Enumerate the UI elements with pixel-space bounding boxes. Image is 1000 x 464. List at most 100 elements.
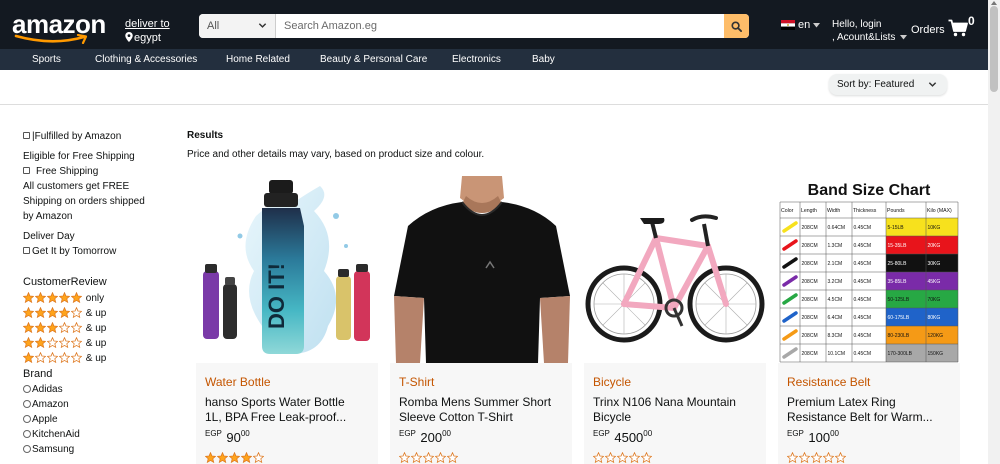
checkbox[interactable] xyxy=(23,132,30,139)
price-currency: EGP xyxy=(399,429,416,438)
bicycle-image[interactable] xyxy=(584,176,766,363)
review-filter-label: & up xyxy=(85,353,107,364)
product-price: EGP 9000 xyxy=(205,429,250,447)
band-chart-cell: 45KG xyxy=(928,279,941,285)
brand-option-samsung[interactable]: Samsung xyxy=(23,444,74,455)
radio-button[interactable] xyxy=(23,430,31,438)
deliver-to-location[interactable]: deliver to egypt xyxy=(125,17,170,45)
band-chart-cell: 5-15LB xyxy=(888,225,905,231)
nav-beauty-personal-care[interactable]: Beauty & Personal Care xyxy=(320,54,427,65)
nav-electronics[interactable]: Electronics xyxy=(452,54,501,65)
band-chart-cell: 170-300LB xyxy=(888,351,913,357)
band-chart-cell: 0.45CM xyxy=(854,279,872,285)
filter-fulfilled-by-amazon[interactable]: |Fulfilled by Amazon xyxy=(23,131,121,142)
band-chart-cell: 0.45CM xyxy=(854,225,872,231)
review-filter-2-stars[interactable]: & up xyxy=(22,336,107,351)
band-chart-cell: 1.3CM xyxy=(828,243,843,249)
band-chart-cell: 2.1CM xyxy=(828,261,843,267)
search-icon xyxy=(731,20,742,32)
page-scrollbar[interactable] xyxy=(988,0,1000,464)
band-chart-cell: 70KG xyxy=(928,297,941,303)
sort-label: Sort by: Featured xyxy=(837,79,915,90)
sort-dropdown[interactable]: Sort by: Featured xyxy=(829,74,947,95)
nav-sports[interactable]: Sports xyxy=(32,54,61,65)
account-lists-menu[interactable]: Hello, login , Acount&Lists xyxy=(832,18,908,44)
cart-count: 0 xyxy=(968,14,975,28)
star-rating-icon xyxy=(22,336,83,351)
bottle-print: DO IT! xyxy=(264,263,289,329)
product-title-line: Sleeve Cotton T-Shirt xyxy=(399,410,513,424)
product-title[interactable]: hanso Sports Water Bottle 1L, BPA Free L… xyxy=(205,395,375,425)
review-filter-3-stars[interactable]: & up xyxy=(22,321,106,336)
orders-link[interactable]: Orders xyxy=(911,24,945,36)
band-size-chart-image[interactable]: Band Size Chart Color Length Width Thicknes… xyxy=(778,176,960,363)
product-title-line: hanso Sports Water Bottle xyxy=(205,395,345,409)
cart-icon[interactable] xyxy=(948,19,968,37)
product-card[interactable]: Bicycle Trinx N106 Nana Mountain Bicycle… xyxy=(584,176,766,464)
nav-home-related[interactable]: Home Related xyxy=(226,54,290,65)
radio-button[interactable] xyxy=(23,415,31,423)
product-price: EGP 20000 xyxy=(399,429,451,447)
product-title-line: 1L, BPA Free Leak-proof... xyxy=(205,410,347,424)
product-title-line: Trinx N106 Nana Mountain xyxy=(593,395,736,409)
checkbox[interactable] xyxy=(23,167,30,174)
star-rating-icon xyxy=(22,321,83,336)
review-filter-label: & up xyxy=(85,338,107,349)
checkbox[interactable] xyxy=(23,247,30,254)
water-bottle-image[interactable]: DO IT! xyxy=(196,176,378,363)
product-title[interactable]: Trinx N106 Nana Mountain Bicycle xyxy=(593,395,763,425)
product-card[interactable]: DO IT! Water Bottle hanso Sports Water B… xyxy=(196,176,378,464)
radio-button[interactable] xyxy=(23,385,31,393)
band-chart-cell: 0.45CM xyxy=(854,315,872,321)
product-category[interactable]: Resistance Belt xyxy=(787,375,870,389)
scroll-up-arrow-icon[interactable] xyxy=(991,0,997,5)
search-category-label: All xyxy=(207,20,220,32)
band-chart-cell: 208CM xyxy=(802,243,818,249)
product-title-line: Premium Latex Ring xyxy=(787,395,896,409)
product-category[interactable]: Water Bottle xyxy=(205,375,271,389)
scrollbar-thumb[interactable] xyxy=(990,6,998,92)
product-card[interactable]: T-Shirt Romba Mens Summer Short Sleeve C… xyxy=(390,176,572,464)
star-rating-icon xyxy=(398,450,459,464)
review-filter-4-stars[interactable]: & up xyxy=(22,306,106,321)
band-chart-cell: 0.45CM xyxy=(854,297,872,303)
brand-option-amazon[interactable]: Amazon xyxy=(23,399,69,410)
results-subheading: Price and other details may vary, based … xyxy=(187,149,485,160)
star-rating-icon xyxy=(786,450,847,464)
filter-free-shipping[interactable]: Free Shipping xyxy=(23,166,98,177)
caret-down-icon xyxy=(900,35,908,40)
search-input[interactable] xyxy=(276,14,723,38)
product-title[interactable]: Romba Mens Summer Short Sleeve Cotton T-… xyxy=(399,395,569,425)
brand-option-kitchenaid[interactable]: KitchenAid xyxy=(23,429,80,440)
product-category[interactable]: T-Shirt xyxy=(399,375,434,389)
band-chart-header: Color xyxy=(781,208,794,214)
nav-clothing-accessories[interactable]: Clothing & Accessories xyxy=(95,54,197,65)
brand-label: Apple xyxy=(32,414,58,425)
band-chart-cell: 10.1CM xyxy=(828,351,846,357)
product-card[interactable]: Band Size Chart Color Length Width Thicknes… xyxy=(778,176,960,464)
product-title[interactable]: Premium Latex Ring Resistance Belt for W… xyxy=(787,395,957,425)
tshirt-image[interactable] xyxy=(390,176,572,363)
review-filter-label: only xyxy=(85,293,105,304)
search-button[interactable] xyxy=(724,14,749,38)
band-size-chart-illustration: Band Size Chart Color Length Width Thicknes… xyxy=(778,176,960,363)
product-category[interactable]: Bicycle xyxy=(593,375,631,389)
search-category-dropdown[interactable]: All xyxy=(199,14,276,38)
review-filter-5-stars[interactable]: only xyxy=(22,291,105,306)
brand-heading: Brand xyxy=(23,368,53,380)
deliver-to-label: deliver to xyxy=(125,18,170,30)
brand-option-adidas[interactable]: Adidas xyxy=(23,384,63,395)
brand-option-apple[interactable]: Apple xyxy=(23,414,58,425)
band-chart-cell: 208CM xyxy=(802,333,818,339)
filter-label: Free Shipping xyxy=(36,166,99,177)
language-selector[interactable]: en xyxy=(781,19,821,31)
filter-get-it-tomorrow[interactable]: Get It by Tomorrow xyxy=(23,246,116,257)
band-chart-cell: 80KG xyxy=(928,315,941,321)
egypt-flag-icon xyxy=(781,20,795,30)
nav-baby[interactable]: Baby xyxy=(532,54,555,65)
radio-button[interactable] xyxy=(23,400,31,408)
band-chart-cell: 120KG xyxy=(928,333,944,339)
radio-button[interactable] xyxy=(23,445,31,453)
review-filter-1-star[interactable]: & up xyxy=(22,351,107,366)
product-title-line: Romba Mens Summer Short xyxy=(399,395,552,409)
